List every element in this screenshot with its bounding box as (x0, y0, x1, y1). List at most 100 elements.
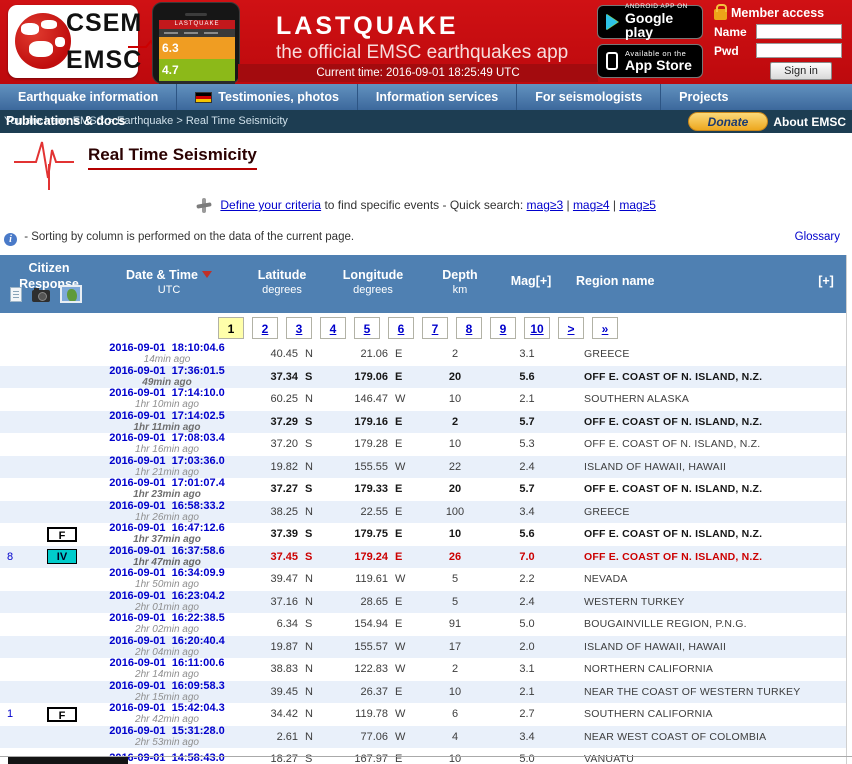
quick-search-mag3[interactable]: mag≥3 (527, 198, 564, 212)
latitude-value: 60.25 (270, 393, 298, 406)
longitude-direction: W (395, 640, 406, 653)
event-date-link[interactable]: 2016-09-01 16:58:33.2 (98, 500, 236, 512)
page-button-9[interactable]: 9 (490, 317, 516, 339)
tools-icon (196, 198, 212, 213)
page-button-4[interactable]: 4 (320, 317, 346, 339)
col-latitude[interactable]: Latitude degrees (238, 268, 326, 297)
magnitude-value: 5.6 (519, 528, 535, 541)
region-name: NEVADA (584, 573, 628, 586)
about-emsc-link[interactable]: About EMSC (773, 115, 846, 129)
event-date-link[interactable]: 2016-09-01 16:09:58.3 (98, 680, 236, 692)
page-button-5[interactable]: 5 (354, 317, 380, 339)
event-date-link[interactable]: 2016-09-01 16:23:04.2 (98, 590, 236, 602)
date-cell: 2016-09-01 16:34:09.9 1hr 50min ago (98, 568, 236, 590)
col-magnitude[interactable]: Mag[+] (500, 274, 562, 290)
col-region-name[interactable]: Region name (576, 274, 776, 290)
event-date-link[interactable]: 2016-09-01 16:37:58.6 (98, 545, 236, 557)
google-play-line2: Google play (625, 9, 674, 41)
nav-projects[interactable]: Projects (661, 84, 746, 110)
felt-badge[interactable]: F (47, 526, 77, 542)
footer-strip (8, 757, 128, 764)
event-date-link[interactable]: 2016-09-01 17:03:36.0 (98, 455, 236, 467)
page-button-6[interactable]: 6 (388, 317, 414, 339)
page-button->[interactable]: > (558, 317, 584, 339)
page-button-10[interactable]: 10 (524, 317, 550, 339)
emsc-real-time-seismicity-page: CSEM EMSC LASTQUAKE 6.3 4.7 LASTQUAKE th… (0, 0, 852, 764)
testimony-icon[interactable] (10, 286, 22, 302)
pwd-input[interactable] (756, 43, 842, 58)
name-input[interactable] (756, 24, 842, 39)
time-ago: 2hr 04min ago (135, 646, 199, 658)
app-store-badge[interactable]: Available on the App Store (597, 44, 703, 78)
define-criteria-link[interactable]: Define your criteria (220, 198, 321, 212)
page-button-2[interactable]: 2 (252, 317, 278, 339)
nav-earthquake-information[interactable]: Earthquake information (0, 84, 178, 110)
date-cell: 2016-09-01 16:11:00.6 2hr 14min ago (98, 658, 236, 680)
region-name: OFF E. COAST OF N. ISLAND, N.Z. (584, 483, 763, 496)
magnitude-value: 2.1 (519, 685, 535, 698)
quick-search-mag5[interactable]: mag≥5 (619, 198, 656, 212)
col-more[interactable]: [+] (810, 274, 842, 290)
event-date-link[interactable]: 2016-09-01 16:47:12.6 (98, 523, 236, 534)
app-subtitle: the official EMSC earthquakes app (276, 42, 569, 63)
time-ago: 2hr 14min ago (135, 669, 199, 681)
member-access-title: Member access (731, 6, 825, 20)
glossary-link[interactable]: Glossary (795, 231, 840, 243)
event-date-link[interactable]: 2016-09-01 15:31:28.0 (98, 725, 236, 737)
nav-testimonies-photos[interactable]: Testimonies, photos (177, 84, 358, 110)
event-date-link[interactable]: 2016-09-01 17:08:03.4 (98, 433, 236, 444)
region-name: OFF E. COAST OF N. ISLAND, N.Z. (584, 370, 763, 383)
col-date-time[interactable]: Date & Time UTC (100, 268, 238, 297)
nav-information-services[interactable]: Information services (358, 84, 518, 110)
quick-search-mag4[interactable]: mag≥4 (573, 198, 610, 212)
event-date-link[interactable]: 2016-09-01 18:10:04.6 (98, 343, 236, 354)
donate-button[interactable]: Donate (688, 112, 768, 131)
nav-publications-docs[interactable]: Publications & docs (6, 114, 125, 128)
member-access-panel: Member access Name Pwd Sign in (714, 4, 846, 84)
date-cell: 2016-09-01 17:14:10.0 1hr 10min ago (98, 388, 236, 410)
citizen-badge-cell: F (26, 706, 98, 722)
latitude-value: 38.25 (270, 505, 298, 518)
date-cell: 2016-09-01 15:31:28.0 2hr 53min ago (98, 725, 236, 748)
time-ago: 2hr 15min ago (135, 691, 199, 703)
event-date-link[interactable]: 2016-09-01 16:20:40.4 (98, 635, 236, 647)
event-date-link[interactable]: 2016-09-01 15:42:04.3 (98, 703, 236, 714)
page-button-»[interactable]: » (592, 317, 618, 339)
csem-emsc-logo[interactable]: CSEM EMSC (8, 5, 190, 78)
event-date-link[interactable]: 2016-09-01 17:36:01.5 (98, 365, 236, 377)
sort-desc-icon (202, 271, 212, 278)
map-icon[interactable] (60, 285, 82, 303)
col-longitude[interactable]: Longitude degrees (328, 268, 418, 297)
magnitude-value: 3.1 (519, 348, 535, 361)
event-date-link[interactable]: 2016-09-01 17:01:07.4 (98, 478, 236, 489)
photo-icon[interactable] (32, 287, 50, 302)
depth-value: 10 (448, 393, 462, 406)
col-depth[interactable]: Depth km (420, 268, 500, 297)
felt-badge[interactable]: F (47, 706, 77, 722)
event-date-link[interactable]: 2016-09-01 16:11:00.6 (98, 658, 236, 669)
event-date-link[interactable]: 2016-09-01 16:34:09.9 (98, 568, 236, 579)
table-row: 2016-09-01 16:09:58.3 2hr 15min ago 39.45 N… (0, 680, 847, 703)
page-button-7[interactable]: 7 (422, 317, 448, 339)
page-button-3[interactable]: 3 (286, 317, 312, 339)
event-date-link[interactable]: 2016-09-01 17:14:02.5 (98, 410, 236, 422)
nav-for-seismologists[interactable]: For seismologists (517, 84, 662, 110)
google-play-badge[interactable]: ANDROID APP ON Google play (597, 3, 703, 41)
table-row: 2016-09-01 17:14:10.0 1hr 10min ago 60.25 N… (0, 388, 847, 411)
citizen-badge-cell: F (26, 526, 98, 542)
region-name: OFF E. COAST OF N. ISLAND, N.Z. (584, 415, 763, 428)
event-date-link[interactable]: 2016-09-01 17:14:10.0 (98, 388, 236, 399)
page-button-8[interactable]: 8 (456, 317, 482, 339)
page-button-1[interactable]: 1 (218, 317, 244, 339)
longitude-direction: E (395, 685, 403, 698)
phone-speaker (185, 13, 207, 16)
latitude-value: 37.20 (270, 438, 298, 451)
sign-in-button[interactable]: Sign in (770, 62, 832, 80)
intensity-badge[interactable]: IV (47, 549, 77, 565)
event-date-link[interactable]: 2016-09-01 16:22:38.5 (98, 613, 236, 624)
site-header: CSEM EMSC LASTQUAKE 6.3 4.7 LASTQUAKE th… (0, 0, 852, 86)
sorting-note: - Sorting by column is performed on the … (24, 231, 355, 243)
region-name: ISLAND OF HAWAII, HAWAII (584, 640, 727, 653)
depth-value: 10 (448, 685, 462, 698)
pagination: 1 2 3 4 5 6 7 8 9 10 > » (0, 313, 852, 343)
